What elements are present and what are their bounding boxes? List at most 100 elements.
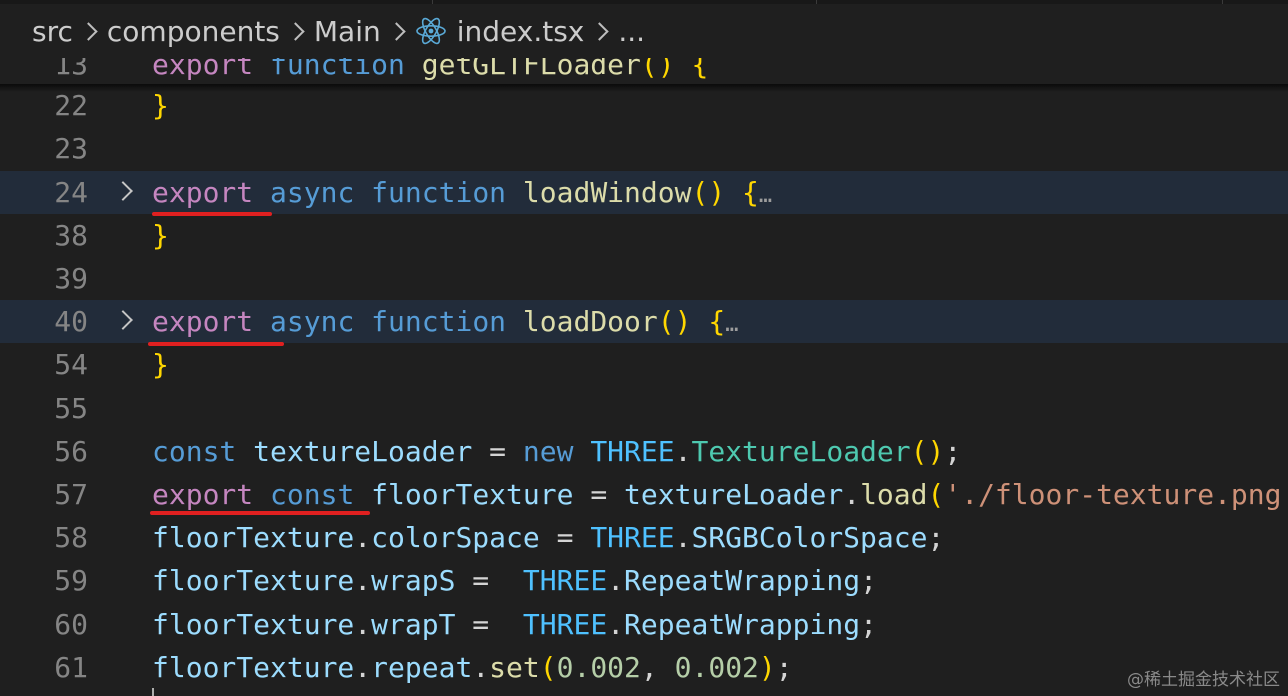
code-token: new [522,435,574,468]
breadcrumb-item-components[interactable]: components [107,15,280,48]
code-area[interactable]: 13 export function getGLTFLoader() {22} 23… [0,0,1288,696]
code-line[interactable]: 24 export async function loadWindow() {… [0,171,1288,214]
code-token: { [742,176,759,209]
breadcrumb-item-main[interactable]: Main [314,15,381,48]
line-number: 57 [54,478,88,511]
code-token: } [152,348,169,381]
code-token: wrapS [371,564,456,597]
code-line[interactable]: 40 export async function loadDoor() {… [0,300,1288,343]
code-line[interactable]: 38} [0,214,1288,257]
code-token: RepeatWrapping [624,564,861,597]
react-file-icon [415,17,446,45]
code-token: set [489,651,540,684]
code-token: THREE [590,435,675,468]
code-text: floorTexture.colorSpace = THREE.SRGBColo… [152,516,944,559]
sticky-scroll-shadow [0,84,1288,92]
code-token: function [371,176,507,209]
chevron-right-icon [590,16,612,46]
code-token: . [354,521,372,554]
code-token: = [472,435,523,468]
code-token: = [573,478,625,511]
code-line[interactable]: 57 export const floorTexture = textureLoa… [0,473,1288,516]
code-text: const textureLoader = new THREE.TextureL… [152,430,961,473]
line-number: 61 [54,651,88,684]
code-token: ( [539,651,557,684]
code-token: . [607,564,625,597]
code-token: () [657,305,692,338]
code-token: ) [758,651,776,684]
chevron-right-icon [286,16,308,46]
code-token: 0.002 [674,651,759,684]
code-token: = [539,521,591,554]
code-token: . [674,435,692,468]
line-number: 60 [54,608,88,641]
chevron-right-icon [79,16,101,46]
code-line[interactable]: 54} [0,343,1288,386]
code-token: TextureLoader [691,435,911,468]
code-token: floorTexture [152,608,355,641]
code-line[interactable]: 56 const textureLoader = new THREE.Textur… [0,430,1288,473]
code-line[interactable]: 55 [0,387,1288,430]
breadcrumb-item-src[interactable]: src [32,15,73,48]
code-token: const [152,435,237,468]
line-number: 55 [54,392,88,425]
code-token: = [455,564,523,597]
code-text: floorTexture.wrapS = THREE.RepeatWrappin… [152,559,877,602]
code-token: async [270,305,355,338]
code-token: wrapT [371,608,456,641]
code-token: floorTexture [371,478,574,511]
breadcrumb-more[interactable]: ... [618,15,645,48]
annotation-underline [152,212,272,216]
annotation-underline [150,511,370,515]
code-line[interactable]: 61 floorTexture.repeat.set(0.002, 0.002); [0,646,1288,689]
code-token: SRGBColorSpace [691,521,928,554]
code-line[interactable]: 23 [0,127,1288,170]
code-text: floorTexture.wrapT = THREE.RepeatWrappin… [152,603,877,646]
code-token: textureLoader [253,435,473,468]
line-number: 54 [54,348,88,381]
code-line[interactable]: 60 floorTexture.wrapT = THREE.RepeatWrapp… [0,603,1288,646]
folded-ellipsis-icon[interactable]: … [725,312,738,337]
code-line[interactable]: 58 floorTexture.colorSpace = THREE.SRGBCo… [0,516,1288,559]
code-text: export async function loadDoor() {… [152,300,738,346]
code-token: loadWindow [522,176,692,209]
code-token: floorTexture [152,564,355,597]
code-token: ; [944,435,962,468]
line-number: 56 [54,435,88,468]
code-token: . [607,608,625,641]
code-token: THREE [522,608,608,641]
line-number: 38 [54,219,88,252]
fold-chevron-icon[interactable] [116,171,136,214]
code-token: RepeatWrapping [624,608,861,641]
code-token: ; [927,521,945,554]
annotation-underline [148,342,284,346]
watermark: @稀土掘金技术社区 [1127,670,1280,690]
code-line[interactable]: 39 [0,257,1288,300]
code-text: floorTexture.repeat.set(0.002, 0.002); [152,646,793,689]
fold-chevron-icon[interactable] [116,300,136,343]
breadcrumb-item-file[interactable]: index.tsx [457,15,585,48]
code-token: } [152,89,169,122]
text-cursor [152,688,154,696]
code-token: 0.002 [556,651,641,684]
code-token: () [910,435,945,468]
chevron-right-icon [387,16,409,46]
code-token: './floor-texture.png' [944,478,1288,511]
line-number: 39 [54,262,88,295]
code-text: } [152,343,169,386]
code-token: THREE [590,521,675,554]
code-token: . [674,521,692,554]
folded-ellipsis-icon[interactable]: … [759,183,772,208]
code-token: ; [860,564,877,597]
code-text: } [152,214,169,257]
line-number: 24 [54,176,88,209]
code-line[interactable]: 59 floorTexture.wrapS = THREE.RepeatWrapp… [0,559,1288,602]
